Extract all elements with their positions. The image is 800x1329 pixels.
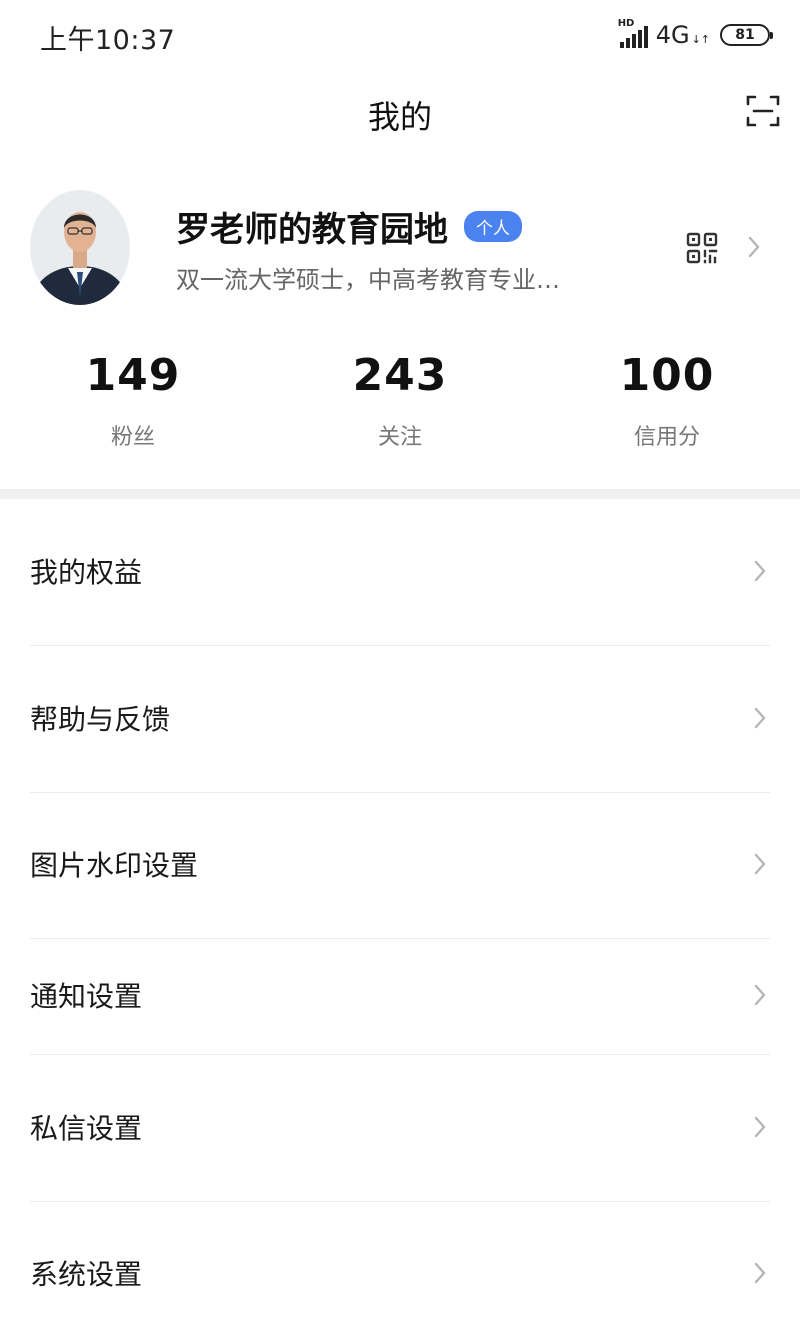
stat-label: 关注 [377,425,422,450]
status-indicators: HD 4G ↓↑ 81 [618,18,773,52]
status-bar: 上午10:37 HD 4G ↓↑ 81 [0,0,800,70]
chevron-right-icon [754,560,766,582]
section-divider [0,489,800,499]
menu-item-help-feedback[interactable]: 帮助与反馈 [30,698,770,738]
profile-card[interactable]: 罗老师的教育园地 个人 双一流大学硕士，中高考教育专业… [0,190,800,310]
menu-item-notification-settings[interactable]: 通知设置 [30,975,770,1015]
stat-followers[interactable]: 149 粉丝 [33,350,233,451]
chevron-right-icon [754,984,766,1006]
signal-icon: HD [618,18,650,48]
stat-value: 100 [619,350,715,401]
network-activity-icon: ↓↑ [691,32,710,46]
menu-item-my-benefits[interactable]: 我的权益 [30,551,770,591]
stat-label: 粉丝 [110,425,155,450]
avatar[interactable] [30,190,130,305]
scan-icon[interactable] [746,94,780,128]
divider [30,938,770,939]
battery-icon: 81 [720,24,773,46]
stat-following[interactable]: 243 关注 [300,350,500,451]
chevron-right-icon [754,1262,766,1284]
stat-label: 信用分 [633,425,700,450]
profile-name-row: 罗老师的教育园地 个人 [176,202,522,251]
stats-row: 149 粉丝 243 关注 100 信用分 [0,350,800,460]
divider [30,792,770,793]
menu-item-label: 通知设置 [30,980,143,1013]
status-time: 上午10:37 [40,25,176,56]
qr-code-icon[interactable] [686,232,718,264]
network-type: 4G [655,21,690,49]
chevron-right-icon [754,1116,766,1138]
menu-item-label: 图片水印设置 [30,849,199,882]
divider [30,1054,770,1055]
profile-name: 罗老师的教育园地 [176,210,448,250]
divider [30,645,770,646]
stat-value: 243 [352,350,448,401]
menu-item-message-settings[interactable]: 私信设置 [30,1107,770,1147]
stat-credit-score[interactable]: 100 信用分 [567,350,767,451]
profile-bio: 双一流大学硕士，中高考教育专业… [176,266,560,294]
menu-item-label: 私信设置 [30,1112,143,1145]
menu-item-label: 帮助与反馈 [30,703,171,736]
page-title: 我的 [367,98,432,136]
chevron-right-icon[interactable] [744,232,764,262]
menu-item-label: 我的权益 [30,556,143,589]
menu-item-label: 系统设置 [30,1258,143,1291]
menu-item-system-settings[interactable]: 系统设置 [30,1253,770,1293]
stat-value: 149 [85,350,181,401]
chevron-right-icon [754,853,766,875]
header: 我的 [0,80,800,146]
divider [30,1201,770,1202]
account-type-badge: 个人 [464,211,522,242]
battery-level: 81 [735,27,755,43]
chevron-right-icon [754,707,766,729]
menu-item-watermark-settings[interactable]: 图片水印设置 [30,844,770,884]
